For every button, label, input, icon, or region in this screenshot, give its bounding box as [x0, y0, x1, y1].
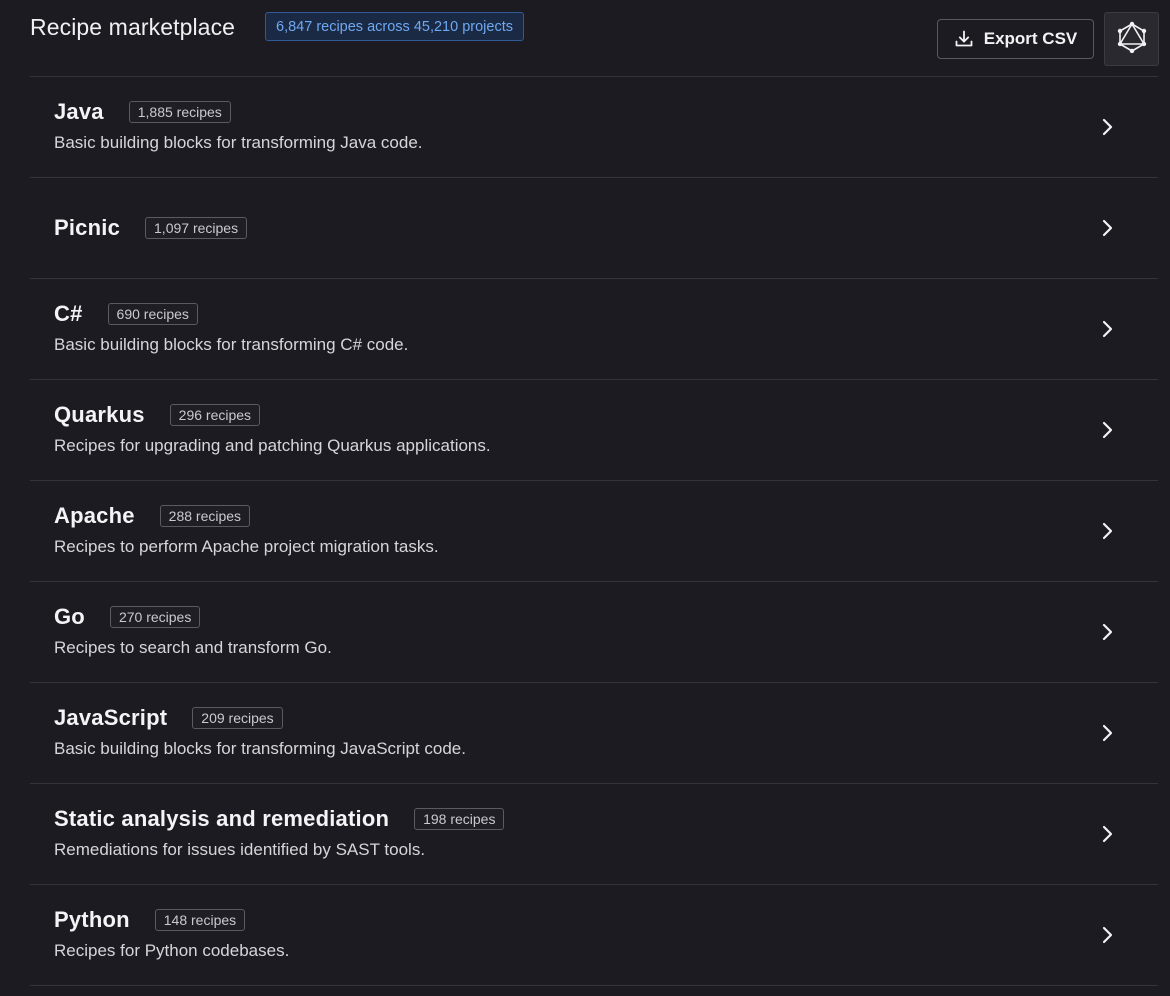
category-description: Basic building blocks for transforming J… — [54, 739, 466, 758]
recipe-count-badge: 288 recipes — [159, 505, 251, 527]
category-description: Recipes for Python codebases. — [54, 941, 290, 960]
export-csv-button[interactable]: Export CSV — [937, 19, 1094, 59]
recipe-count-badge: 148 recipes — [154, 909, 246, 931]
chevron-right-icon — [1098, 723, 1116, 743]
category-row-python[interactable]: Python 148 recipes Recipes for Python co… — [30, 885, 1158, 986]
category-row-static-analysis[interactable]: Static analysis and remediation 198 reci… — [30, 784, 1158, 885]
category-name: C# — [54, 301, 83, 326]
recipe-marketplace-page: Recipe marketplace 6,847 recipes across … — [0, 0, 1170, 996]
page-title: Recipe marketplace — [30, 14, 236, 40]
recipe-count-badge: 690 recipes — [107, 303, 198, 325]
graphql-button[interactable] — [1104, 12, 1159, 66]
category-row-java[interactable]: Java 1,885 recipes Basic building blocks… — [30, 77, 1158, 178]
recipe-count-badge: 198 recipes — [414, 808, 505, 830]
category-name: JavaScript — [54, 705, 168, 730]
chevron-right-icon — [1098, 319, 1116, 339]
chevron-right-icon — [1098, 521, 1116, 541]
category-name: Quarkus — [54, 402, 145, 427]
summary-badge: 6,847 recipes across 45,210 projects — [265, 12, 524, 41]
category-row-apache[interactable]: Apache 288 recipes Recipes to perform Ap… — [30, 481, 1158, 582]
download-icon — [954, 29, 974, 49]
chevron-right-icon — [1098, 824, 1116, 844]
category-name: Picnic — [54, 215, 121, 240]
category-description: Basic building blocks for transforming C… — [54, 335, 409, 354]
category-row-javascript[interactable]: JavaScript 209 recipes Basic building bl… — [30, 683, 1158, 784]
category-name: Apache — [54, 503, 135, 528]
category-row-quarkus[interactable]: Quarkus 296 recipes Recipes for upgradin… — [30, 380, 1158, 481]
chevron-right-icon — [1098, 925, 1116, 945]
category-name: Static analysis and remediation — [54, 806, 390, 831]
graphql-icon — [1117, 21, 1147, 58]
recipe-count-badge: 1,097 recipes — [145, 217, 248, 239]
recipe-count-badge: 296 recipes — [169, 404, 261, 426]
category-name: Python — [54, 907, 130, 932]
chevron-right-icon — [1098, 420, 1116, 440]
category-row-csharp[interactable]: C# 690 recipes Basic building blocks for… — [30, 279, 1158, 380]
category-description: Basic building blocks for transforming J… — [54, 133, 423, 152]
chevron-right-icon — [1098, 218, 1116, 238]
category-name: Go — [54, 604, 85, 629]
category-description: Recipes for upgrading and patching Quark… — [54, 436, 491, 455]
chevron-right-icon — [1098, 117, 1116, 137]
category-description: Recipes to perform Apache project migrat… — [54, 537, 439, 556]
chevron-right-icon — [1098, 622, 1116, 642]
recipe-count-badge: 1,885 recipes — [128, 101, 231, 123]
recipe-count-badge: 270 recipes — [109, 606, 201, 628]
category-description: Remediations for issues identified by SA… — [54, 840, 426, 859]
recipe-count-badge: 209 recipes — [192, 707, 283, 729]
export-csv-label: Export CSV — [983, 29, 1078, 48]
category-list: Java 1,885 recipes Basic building blocks… — [30, 77, 1158, 986]
category-description: Recipes to search and transform Go. — [54, 638, 332, 657]
category-row-picnic[interactable]: Picnic 1,097 recipes — [30, 178, 1158, 279]
category-row-go[interactable]: Go 270 recipes Recipes to search and tra… — [30, 582, 1158, 683]
page-header: Recipe marketplace 6,847 recipes across … — [0, 0, 1170, 77]
category-name: Java — [54, 99, 104, 124]
